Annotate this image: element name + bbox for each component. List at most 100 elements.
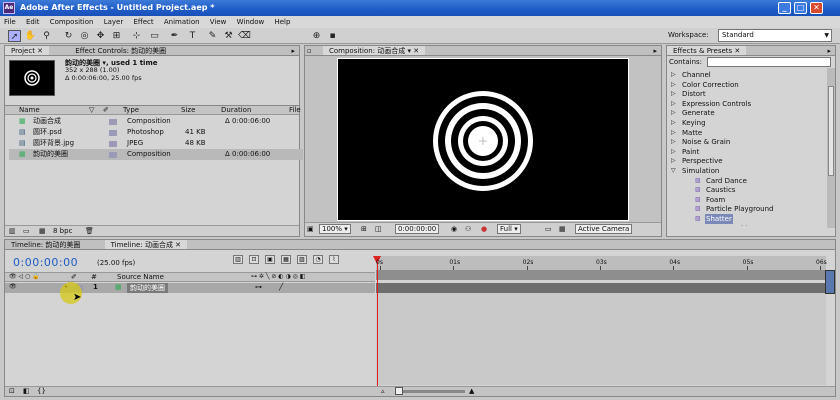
label-column-icon[interactable]: ✐ (103, 106, 109, 115)
tab-timeline-1[interactable]: Timeline: 韵动的美圈 (5, 240, 86, 249)
timeline-timecode[interactable]: 0:00:00:00 (13, 256, 78, 269)
show-snapshot-icon[interactable]: ⚇ (465, 225, 471, 233)
effects-tree-item[interactable]: ▷ Channel (669, 70, 825, 80)
grid-icon[interactable]: ⊞ (361, 225, 367, 233)
label-swatch[interactable] (109, 152, 117, 158)
expand-icon[interactable]: {} (37, 387, 46, 395)
menu-help[interactable]: Help (274, 18, 290, 26)
type-tool-icon[interactable]: T (186, 30, 199, 42)
effects-tree-item[interactable]: ▨ Shatter (669, 214, 825, 224)
toggle-switches-icon[interactable]: ⊡ (9, 387, 15, 395)
region-of-interest-icon[interactable]: ▭ (545, 225, 552, 233)
effects-scrollbar[interactable] (827, 68, 835, 228)
track-z-camera-icon[interactable]: ⊞ (110, 30, 123, 42)
effects-tree-item[interactable]: ▷ Wave World (669, 224, 825, 226)
effects-tree-item[interactable]: ▷ Distort (669, 89, 825, 99)
effects-tree-item[interactable]: ▨ Particle Playground (669, 204, 825, 214)
work-area-end-handle[interactable] (825, 270, 835, 294)
tab-project[interactable]: Project ✕ (5, 46, 50, 55)
list-item[interactable]: ▤ 圆环背景.jpg JPEG 48 KB (9, 138, 303, 149)
menu-edit[interactable]: Edit (26, 18, 40, 26)
layer-duration-bar[interactable] (376, 283, 826, 293)
tab-composition[interactable]: Composition: 动画合成 ▾ ✕ (323, 46, 426, 55)
current-time-field[interactable]: 0:00:00:00 (395, 224, 440, 234)
zoom-select[interactable]: 100% ▾ (319, 224, 351, 234)
toggle-modes-icon[interactable]: ◧ (23, 387, 30, 395)
work-area-bar[interactable] (376, 270, 826, 280)
col-name[interactable]: Name (19, 106, 40, 115)
panel-menu-icon[interactable]: ▸ (291, 46, 295, 55)
live-update-icon[interactable]: ⊡ (249, 255, 259, 264)
menu-layer[interactable]: Layer (104, 18, 124, 26)
effects-tree-item[interactable]: ▷ Noise & Grain (669, 137, 825, 147)
rotate-tool-icon[interactable]: ↻ (62, 30, 75, 42)
bpc-label[interactable]: 8 bpc (53, 227, 72, 235)
zoom-tool-icon[interactable]: ⚲ (40, 30, 53, 42)
col-duration[interactable]: Duration (221, 106, 251, 115)
maximize-button[interactable]: □ (794, 2, 807, 14)
current-time-indicator[interactable] (377, 256, 378, 386)
channel-icon[interactable]: ● (481, 225, 487, 233)
menu-animation[interactable]: Animation (164, 18, 200, 26)
effects-tree-item[interactable]: ▷ Color Correction (669, 80, 825, 90)
effects-tree-item[interactable]: ▷ Keying (669, 118, 825, 128)
minimize-button[interactable]: _ (778, 2, 791, 14)
clone-stamp-icon[interactable]: ⚒ (222, 30, 235, 42)
col-type[interactable]: Type (123, 106, 139, 115)
effects-tree-item[interactable]: ▷ Paint (669, 147, 825, 157)
source-name-header[interactable]: Source Name (117, 273, 164, 281)
effects-tree-item[interactable]: ▷ Generate (669, 108, 825, 118)
trash-icon[interactable]: 🗑 (85, 227, 94, 235)
sort-arrow-icon[interactable]: ▽ (89, 106, 94, 115)
menu-effect[interactable]: Effect (133, 18, 153, 26)
rectangle-mask-icon[interactable]: ▭ (148, 30, 161, 42)
contains-search-input[interactable] (707, 57, 831, 67)
menu-window[interactable]: Window (237, 18, 265, 26)
effects-tree-item[interactable]: ▷ Matte (669, 128, 825, 138)
frame-blending-icon[interactable]: ▦ (281, 255, 291, 264)
effects-tree-item[interactable]: ▷ Expression Controls (669, 99, 825, 109)
hand-tool-icon[interactable]: ✋ (24, 30, 37, 42)
track-xy-camera-icon[interactable]: ✥ (94, 30, 107, 42)
mask-view-icon[interactable]: ◫ (375, 225, 382, 233)
visibility-eye-icon[interactable]: 👁 (9, 283, 17, 290)
lock-icon[interactable]: ▫ (307, 46, 312, 55)
col-size[interactable]: Size (181, 106, 195, 115)
label-swatch[interactable] (109, 141, 117, 147)
panel-menu-icon[interactable]: ▸ (827, 46, 831, 55)
axis-mode-icon[interactable]: ⊕ (310, 30, 323, 42)
effects-tree-item[interactable]: ▷ Perspective (669, 156, 825, 166)
brainstorm-icon[interactable]: ◔ (313, 255, 323, 264)
always-preview-icon[interactable]: ▣ (307, 225, 314, 233)
label-swatch[interactable] (109, 119, 117, 125)
track-area[interactable] (376, 293, 826, 385)
label-swatch[interactable] (109, 130, 117, 136)
interpret-footage-icon[interactable]: ▥ (9, 227, 16, 235)
comp-mini-flowchart-icon[interactable]: ▥ (233, 255, 243, 264)
tab-timeline-2[interactable]: Timeline: 动画合成 ✕ (104, 240, 188, 249)
scroll-thumb[interactable] (828, 86, 834, 176)
new-folder-icon[interactable]: ▭ (23, 227, 30, 235)
zoom-slider[interactable] (395, 387, 465, 395)
new-comp-icon[interactable]: ▦ (39, 227, 46, 235)
transparency-grid-icon[interactable]: ▦ (559, 225, 566, 233)
brush-tool-icon[interactable]: ✎ (206, 30, 219, 42)
menu-view[interactable]: View (210, 18, 227, 26)
effects-tree-item[interactable]: ▨ Caustics (669, 185, 825, 195)
zoom-slider-thumb[interactable] (395, 387, 403, 395)
menu-composition[interactable]: Composition (50, 18, 94, 26)
panel-menu-icon[interactable]: ▸ (653, 46, 657, 55)
list-item[interactable]: ▦ 韵动的美圈 Composition Δ 0:00:06:00 (9, 149, 303, 160)
pen-tool-icon[interactable]: ✒ (168, 30, 181, 42)
workspace-select[interactable]: Standard (718, 29, 832, 42)
menu-file[interactable]: File (4, 18, 16, 26)
quality-switch-icon[interactable]: ╱ (279, 283, 283, 291)
col-file[interactable]: File (289, 106, 301, 115)
snapshot-icon[interactable]: ◉ (451, 225, 457, 233)
list-item[interactable]: ▤ 圆环.psd Photoshop 41 KB (9, 127, 303, 138)
orbit-camera-icon[interactable]: ◎ (78, 30, 91, 42)
resolution-select[interactable]: Full ▾ (497, 224, 521, 234)
close-button[interactable]: ✕ (810, 2, 823, 14)
camera-view-select[interactable]: Active Camera (575, 224, 633, 234)
tab-effect-controls[interactable]: Effect Controls: 韵动的美圈 (69, 46, 172, 55)
